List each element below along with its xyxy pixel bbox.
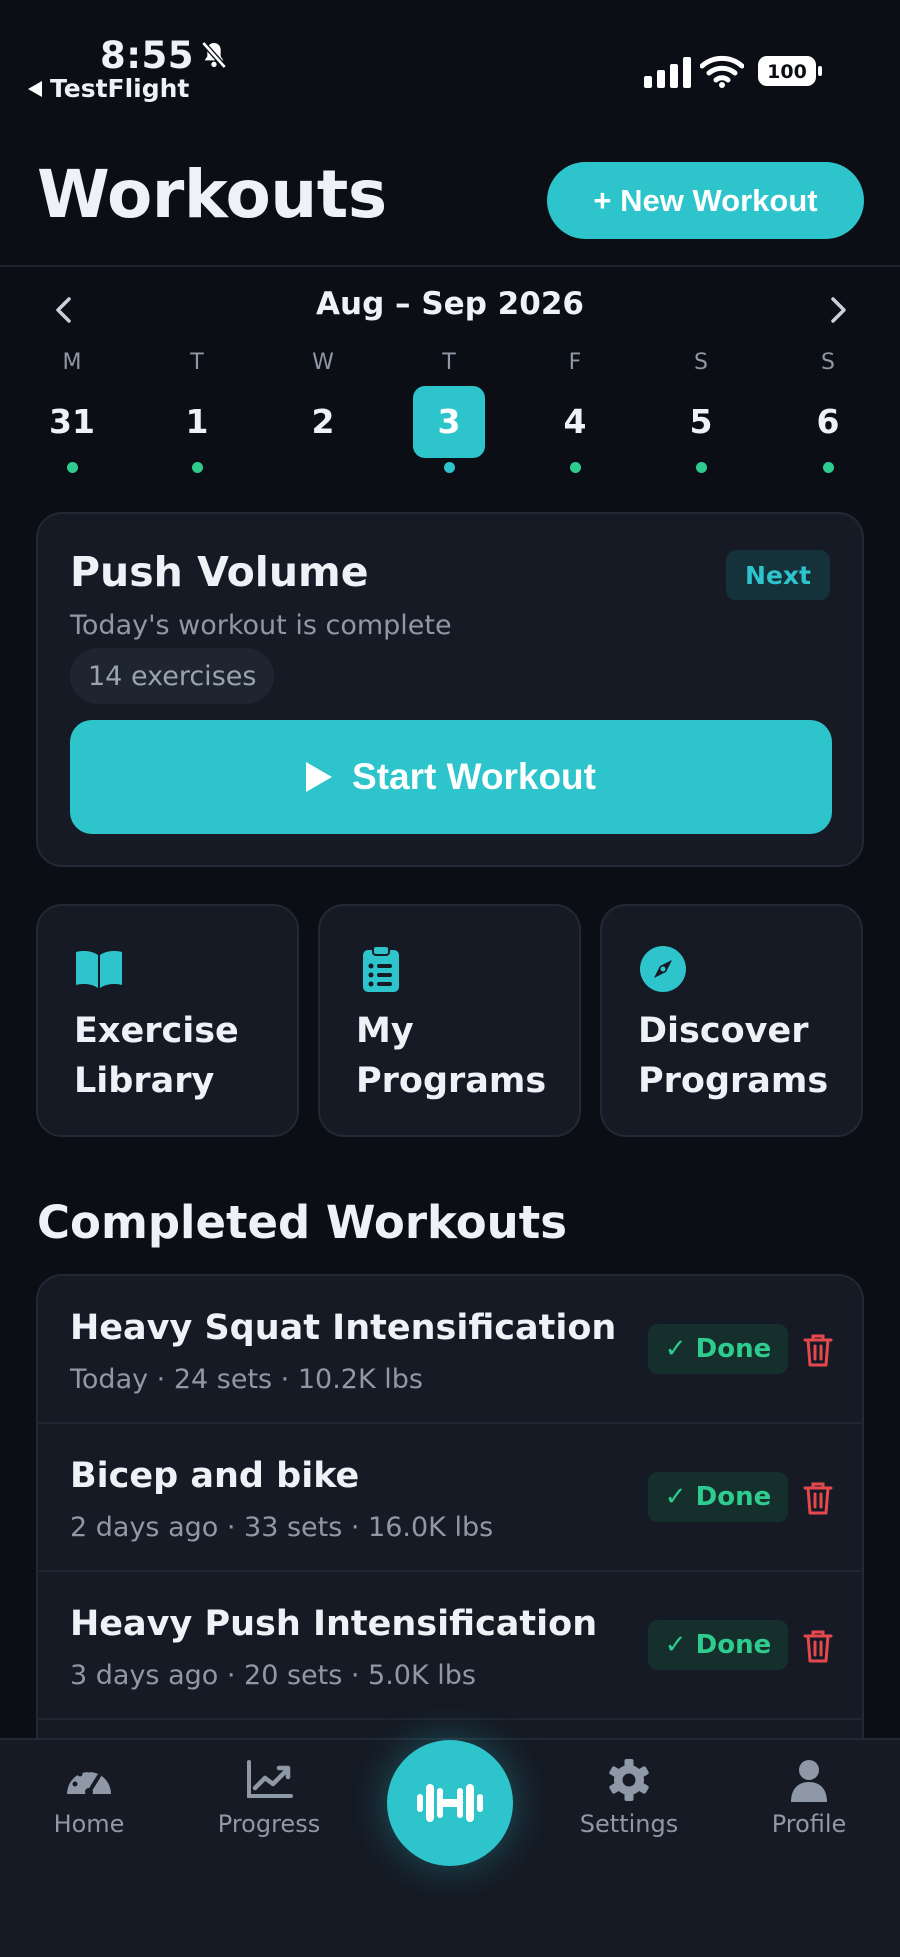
trash-icon[interactable] — [802, 1628, 834, 1664]
battery-level: 100 — [767, 61, 807, 83]
tile-label: My Programs — [356, 1011, 547, 1101]
nav-settings[interactable]: Settings — [559, 1758, 699, 1838]
completed-workout-row[interactable]: Heavy Push Intensification 3 days ago · … — [38, 1572, 862, 1720]
tile-label: Exercise Library — [74, 1011, 239, 1101]
exercise-count-pill: 14 exercises — [70, 648, 275, 704]
workout-row-title: Bicep and bike — [70, 1456, 360, 1496]
done-badge: ✓ Done — [648, 1324, 788, 1374]
workout-dot — [191, 462, 203, 473]
completed-workout-row[interactable]: Heavy Squat Intensification Today · 24 s… — [38, 1276, 862, 1424]
calendar-day[interactable]: M 31 — [32, 348, 112, 473]
book-icon — [76, 951, 122, 988]
day-number: 4 — [563, 402, 587, 441]
my-programs-tile[interactable]: My Programs — [318, 904, 581, 1137]
calendar-day[interactable]: S 5 — [661, 348, 741, 473]
signal-icon — [644, 56, 691, 88]
next-badge: Next — [726, 550, 830, 600]
compass-icon — [640, 946, 686, 992]
workout-row-title: Heavy Squat Intensification — [70, 1308, 617, 1348]
day-number: 6 — [816, 402, 840, 441]
done-badge: ✓ Done — [648, 1472, 788, 1522]
workout-row-meta: 3 days ago · 20 sets · 5.0K lbs — [70, 1660, 476, 1691]
workout-dot — [695, 462, 707, 473]
workout-status: Today's workout is complete — [70, 610, 452, 641]
day-letter: S — [694, 350, 708, 375]
start-workout-label: Start Workout — [352, 756, 596, 797]
calendar-day[interactable]: T 1 — [157, 348, 237, 473]
bell-muted-icon — [201, 41, 227, 69]
completed-workout-row[interactable]: Bicep and bike 2 days ago · 33 sets · 16… — [38, 1424, 862, 1572]
nav-workouts-button[interactable] — [387, 1740, 513, 1866]
speedometer-icon — [67, 1767, 111, 1796]
user-icon — [791, 1760, 827, 1802]
done-badge: ✓ Done — [648, 1620, 788, 1670]
day-letter: T — [190, 350, 204, 375]
day-letter: M — [62, 350, 82, 375]
day-number: 1 — [185, 402, 209, 441]
nav-label: Settings — [579, 1810, 679, 1838]
start-workout-button[interactable]: Start Workout — [70, 720, 832, 834]
clipboard-icon — [363, 945, 399, 992]
calendar-day-selected[interactable]: T 3 — [409, 348, 489, 473]
exercise-library-tile[interactable]: Exercise Library — [36, 904, 299, 1137]
day-number: 3 — [413, 386, 485, 458]
play-icon — [306, 762, 333, 792]
back-to-testflight[interactable]: TestFlight — [28, 74, 189, 103]
day-number: 2 — [311, 402, 335, 441]
day-letter: W — [312, 350, 334, 375]
workout-title: Push Volume — [70, 548, 369, 596]
header-divider — [0, 265, 900, 267]
battery-icon: 100 — [758, 56, 822, 86]
back-arrow-icon — [28, 80, 42, 97]
wifi-icon — [700, 55, 744, 88]
tile-label: Discover Programs — [638, 1011, 829, 1101]
calendar-day[interactable]: W 2 — [283, 348, 363, 458]
dumbbell-icon — [417, 1784, 483, 1822]
completed-section-title: Completed Workouts — [37, 1196, 568, 1249]
calendar-day[interactable]: F 4 — [535, 348, 615, 473]
nav-label: Progress — [217, 1810, 321, 1838]
calendar-range: Aug – Sep 2026 — [316, 286, 584, 322]
new-workout-button[interactable]: + New Workout — [547, 162, 864, 239]
workout-row-meta: 2 days ago · 33 sets · 16.0K lbs — [70, 1512, 494, 1543]
back-app-label: TestFlight — [50, 74, 190, 103]
day-number: 5 — [689, 402, 713, 441]
chevron-left-icon — [56, 297, 71, 323]
nav-progress[interactable]: Progress — [199, 1758, 339, 1838]
workout-row-title: Heavy Push Intensification — [70, 1604, 598, 1644]
workout-dot — [66, 462, 78, 473]
discover-programs-tile[interactable]: Discover Programs — [600, 904, 863, 1137]
day-letter: F — [568, 350, 582, 375]
calendar-day[interactable]: S 6 — [788, 348, 868, 473]
gear-icon — [609, 1759, 649, 1801]
workout-dot — [569, 462, 581, 473]
nav-label: Home — [53, 1810, 125, 1838]
nav-profile[interactable]: Profile — [739, 1758, 879, 1838]
today-workout-card: Push Volume Next Today's workout is comp… — [36, 512, 864, 867]
trash-icon[interactable] — [802, 1480, 834, 1516]
nav-home[interactable]: Home — [19, 1758, 159, 1838]
day-letter: T — [442, 350, 456, 375]
nav-label: Profile — [771, 1810, 847, 1838]
calendar-next-button[interactable] — [818, 290, 858, 330]
chart-line-icon — [247, 1760, 293, 1798]
calendar-prev-button[interactable] — [44, 290, 84, 330]
completed-workouts-list: Heavy Squat Intensification Today · 24 s… — [36, 1274, 864, 1774]
workout-dot — [822, 462, 834, 473]
status-bar: 8:55 TestFlight 100 — [0, 0, 900, 110]
trash-icon[interactable] — [802, 1332, 834, 1368]
day-number: 31 — [49, 402, 95, 441]
workout-dot — [443, 462, 455, 473]
chevron-right-icon — [831, 297, 846, 323]
workout-row-meta: Today · 24 sets · 10.2K lbs — [70, 1364, 423, 1395]
page-title: Workouts — [37, 156, 387, 233]
day-letter: S — [821, 350, 835, 375]
status-time: 8:55 — [100, 34, 195, 77]
